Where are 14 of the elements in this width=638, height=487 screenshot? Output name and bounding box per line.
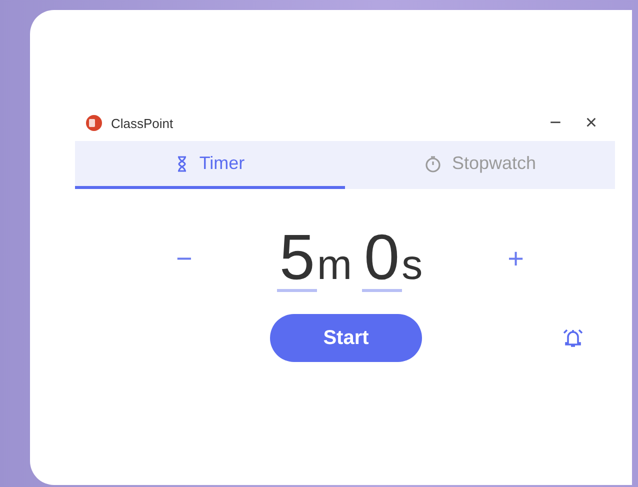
start-button[interactable]: Start [270, 314, 422, 362]
close-button[interactable]: × [577, 112, 605, 134]
seconds-value[interactable]: 0 [362, 225, 402, 292]
minutes-value[interactable]: 5 [277, 225, 317, 292]
minutes-unit: m [317, 241, 352, 289]
decrease-button[interactable]: − [170, 242, 198, 276]
tab[interactable]: Stopwatch [345, 141, 615, 189]
increase-button[interactable]: + [502, 242, 530, 276]
minimize-button[interactable]: − [542, 112, 570, 134]
tab[interactable]: Timer [75, 141, 345, 189]
window-title: ClassPoint [111, 116, 174, 130]
stopwatch-icon [424, 154, 442, 172]
logo-icon [85, 114, 103, 132]
seconds-unit: s [402, 241, 423, 289]
